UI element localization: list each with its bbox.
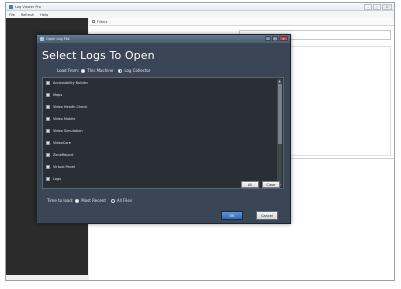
menu-refresh[interactable]: Refresh bbox=[21, 13, 34, 17]
radio-this-machine[interactable] bbox=[81, 68, 86, 73]
ok-button[interactable]: OK bbox=[221, 211, 243, 220]
filter-checkbox[interactable] bbox=[92, 20, 95, 23]
list-item[interactable]: Video Health Check bbox=[46, 105, 87, 109]
radio-log-collector-label[interactable]: Log Collector bbox=[124, 68, 150, 73]
item-label: Logs bbox=[53, 177, 62, 181]
item-checkbox[interactable] bbox=[46, 105, 50, 109]
item-label: Accessibility Builder bbox=[53, 81, 89, 85]
list-item[interactable]: VideoCore bbox=[46, 141, 71, 145]
load-from-row: Load From: This Machine Log Collector bbox=[57, 68, 154, 73]
window-controls: – □ ✕ bbox=[364, 4, 392, 10]
menu-bar: File Refresh Help bbox=[6, 11, 394, 18]
open-logs-dialog: Open Log File – □ ✕ Select Logs To Open … bbox=[36, 34, 291, 224]
minimize-button[interactable]: – bbox=[364, 4, 372, 10]
item-checkbox[interactable] bbox=[46, 93, 50, 97]
dialog-minimize-button[interactable]: – bbox=[265, 36, 271, 41]
radio-all-files[interactable] bbox=[110, 198, 115, 203]
list-item[interactable]: Logs bbox=[46, 177, 61, 181]
dialog-icon bbox=[40, 37, 44, 41]
log-selection-list: Accessibility Builder Maps Video Health … bbox=[42, 77, 284, 189]
item-label: ZoneReport bbox=[53, 153, 74, 157]
maximize-button[interactable]: □ bbox=[373, 4, 381, 10]
radio-log-collector[interactable] bbox=[118, 68, 123, 73]
menu-file[interactable]: File bbox=[9, 13, 15, 17]
list-scrollbar[interactable]: ▲ ▼ bbox=[277, 79, 282, 187]
list-item[interactable]: Video Simulation bbox=[46, 129, 83, 133]
title-bar: Log Viewer Pro bbox=[6, 3, 394, 11]
radio-most-recent[interactable] bbox=[75, 198, 80, 203]
cancel-button[interactable]: Cancel bbox=[256, 211, 278, 220]
window-title: Log Viewer Pro bbox=[15, 4, 41, 9]
item-label: VideoCore bbox=[53, 141, 71, 145]
close-button[interactable]: ✕ bbox=[382, 4, 392, 10]
item-label: Video Health Check bbox=[53, 105, 88, 109]
scroll-up-icon[interactable]: ▲ bbox=[277, 79, 282, 83]
filter-bar: Filters bbox=[89, 18, 394, 26]
item-label: Virtual Panel bbox=[53, 165, 75, 169]
item-checkbox[interactable] bbox=[46, 165, 50, 169]
item-checkbox[interactable] bbox=[46, 129, 50, 133]
item-label: Video Mobile bbox=[53, 117, 76, 121]
item-label: Video Simulation bbox=[53, 129, 83, 133]
dialog-maximize-button[interactable]: □ bbox=[272, 36, 278, 41]
time-to-load-label: Time to load: bbox=[47, 198, 74, 203]
clear-button[interactable]: Clear bbox=[262, 181, 280, 188]
load-from-label: Load From: bbox=[57, 68, 80, 73]
item-checkbox[interactable] bbox=[46, 177, 50, 181]
radio-this-machine-label[interactable]: This Machine bbox=[87, 68, 113, 73]
item-label: Maps bbox=[53, 93, 63, 97]
dialog-title-bar: Open Log File bbox=[37, 35, 290, 43]
filter-label: Filters bbox=[97, 19, 108, 24]
item-checkbox[interactable] bbox=[46, 117, 50, 121]
list-item[interactable]: Virtual Panel bbox=[46, 165, 75, 169]
app-icon bbox=[9, 4, 13, 9]
list-item[interactable]: ZoneReport bbox=[46, 153, 74, 157]
item-checkbox[interactable] bbox=[46, 81, 50, 85]
item-checkbox[interactable] bbox=[46, 153, 50, 157]
dialog-heading: Select Logs To Open bbox=[42, 49, 155, 62]
list-item[interactable]: Maps bbox=[46, 93, 62, 97]
scroll-thumb[interactable] bbox=[277, 84, 282, 144]
radio-all-files-label[interactable]: All Files bbox=[117, 198, 132, 203]
radio-most-recent-label[interactable]: Most Recent bbox=[81, 198, 106, 203]
select-all-button[interactable]: All bbox=[241, 181, 259, 188]
list-item[interactable]: Video Mobile bbox=[46, 117, 75, 121]
list-item[interactable]: Accessibility Builder bbox=[46, 81, 88, 85]
dialog-controls: – □ ✕ bbox=[265, 36, 288, 41]
dialog-close-button[interactable]: ✕ bbox=[279, 36, 288, 41]
menu-help[interactable]: Help bbox=[40, 13, 48, 17]
time-to-load-row: Time to load: Most Recent All Files bbox=[47, 198, 135, 203]
item-checkbox[interactable] bbox=[46, 141, 50, 145]
dialog-title: Open Log File bbox=[46, 37, 70, 41]
